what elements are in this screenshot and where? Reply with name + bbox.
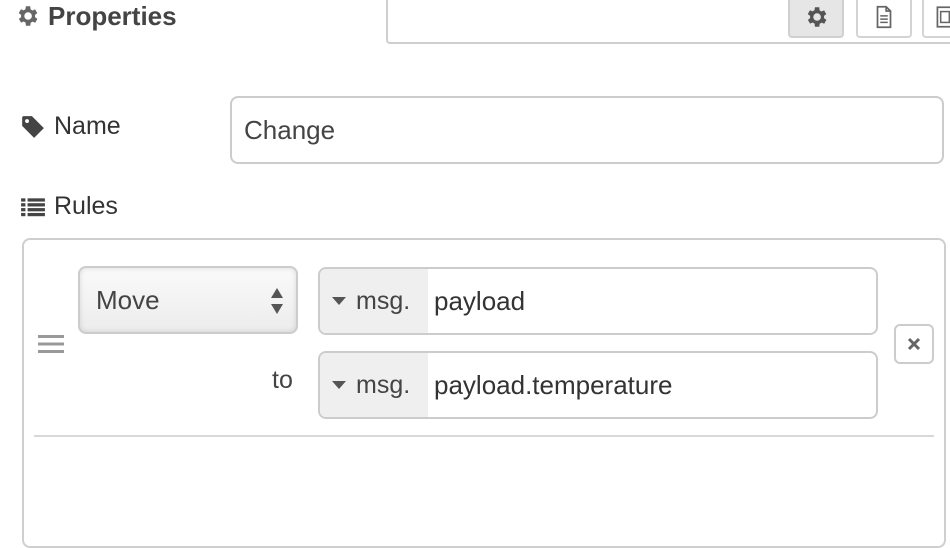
tab-description[interactable] <box>856 0 912 38</box>
rule-from-type-select[interactable]: msg. <box>320 269 428 333</box>
rule-from-field: msg. payload <box>318 267 878 335</box>
frame-icon <box>936 6 950 28</box>
panel-title-text: Properties <box>48 0 177 31</box>
rule-action-select[interactable]: Move <box>78 266 298 334</box>
gear-icon <box>18 6 38 26</box>
tag-icon <box>22 115 44 138</box>
rule-to-type-label: msg. <box>356 370 411 399</box>
name-label-text: Name <box>54 112 121 140</box>
rule-to-field: msg. payload.temperature <box>318 351 878 419</box>
rule-divider <box>34 435 934 437</box>
close-icon <box>907 337 921 351</box>
list-icon <box>21 197 45 216</box>
caret-down-icon <box>332 381 346 389</box>
rule-from-input[interactable]: payload <box>428 269 876 333</box>
select-arrows-icon <box>271 288 283 314</box>
gear-icon <box>807 7 827 27</box>
drag-handle-icon[interactable] <box>38 332 64 356</box>
panel-title: Properties <box>14 0 177 32</box>
rules-label-text: Rules <box>54 192 118 220</box>
document-icon <box>876 5 892 29</box>
tab-node-properties[interactable] <box>788 0 844 38</box>
rules-label: Rules <box>20 192 118 221</box>
name-label: Name <box>20 112 121 141</box>
remove-rule-button[interactable] <box>894 324 934 364</box>
name-input[interactable] <box>230 96 944 164</box>
rule-to-type-select[interactable]: msg. <box>320 353 428 417</box>
tab-appearance[interactable] <box>922 0 950 38</box>
caret-down-icon <box>332 297 346 305</box>
rule-to-label: to <box>272 366 293 394</box>
rule-action-value: Move <box>96 284 160 315</box>
rule-to-input[interactable]: payload.temperature <box>428 353 876 417</box>
rule-from-type-label: msg. <box>356 286 411 315</box>
